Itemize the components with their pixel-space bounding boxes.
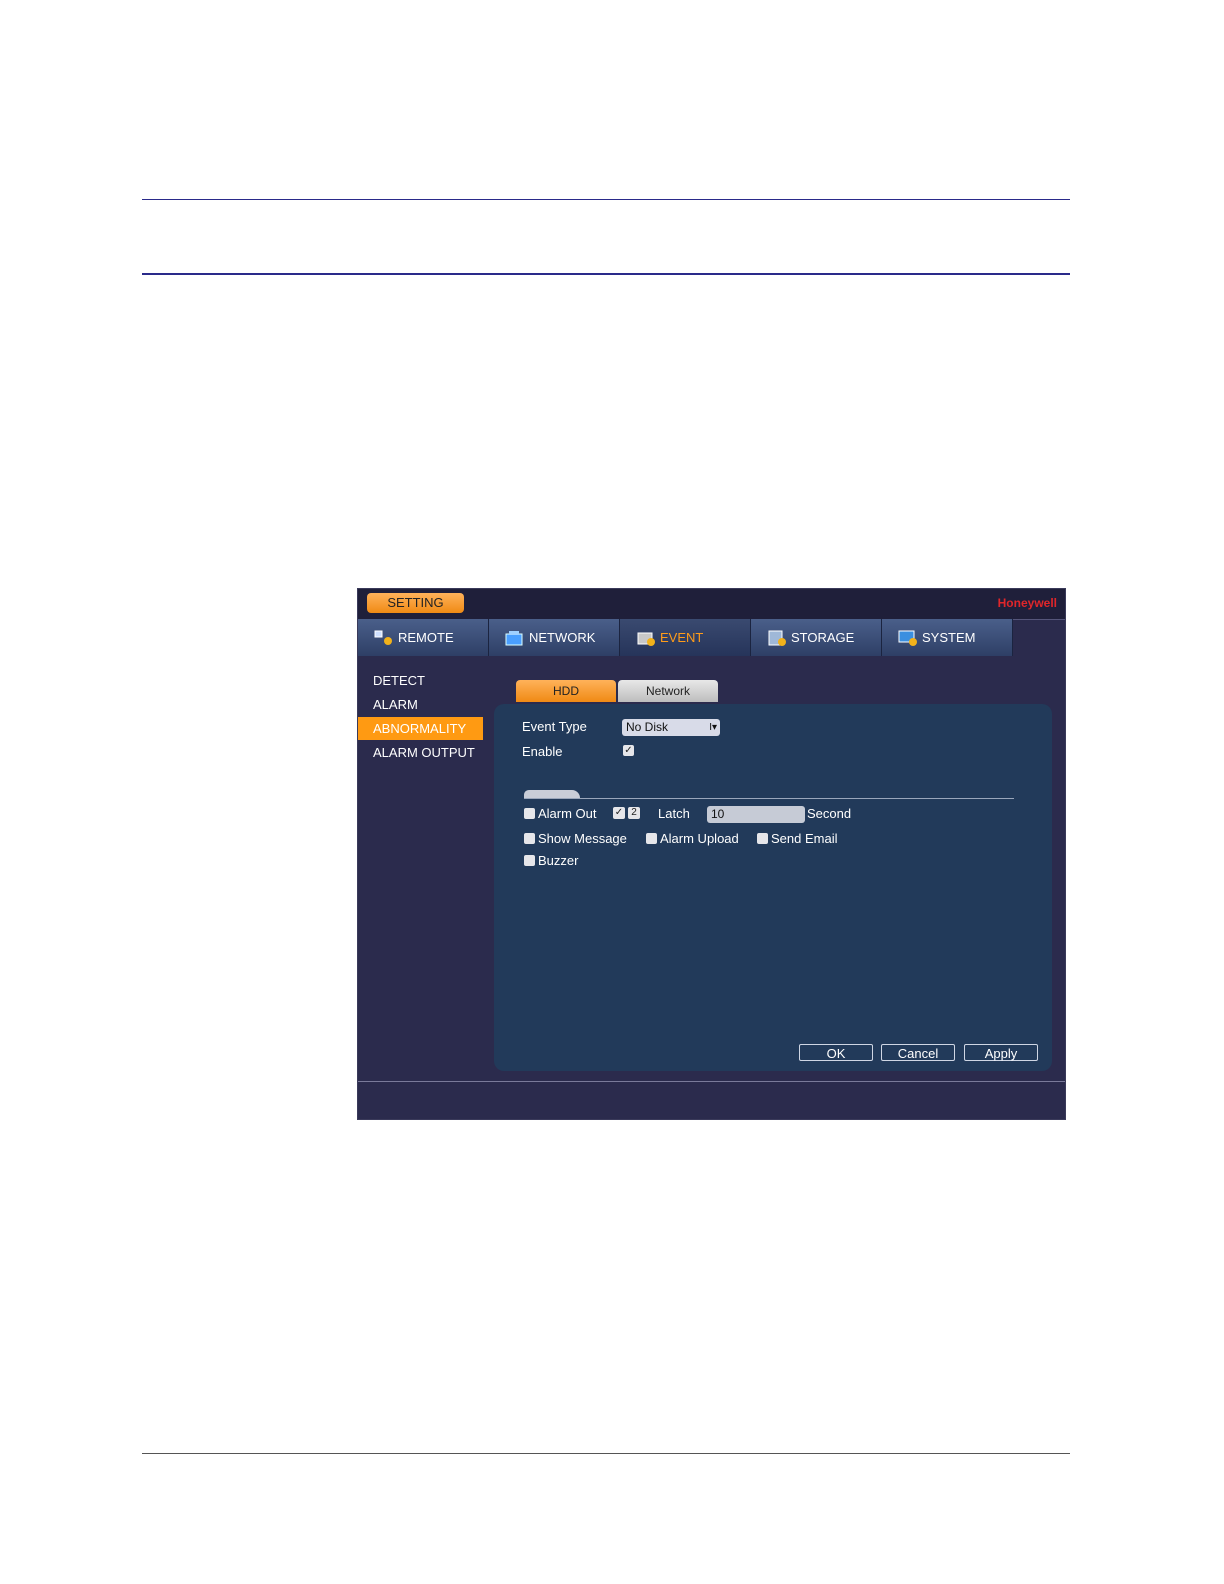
settings-panel: Event Type No Disk I▾ Enable ✓ Alarm Out… [494, 704, 1052, 1071]
system-icon [898, 630, 917, 646]
brand-logo: Honeywell [997, 596, 1057, 610]
event-type-label: Event Type [522, 719, 587, 734]
tab-remote-label: REMOTE [398, 630, 454, 645]
cancel-button[interactable]: Cancel [881, 1044, 955, 1061]
alarm-upload-label: Alarm Upload [660, 831, 739, 846]
alarm-channel-check[interactable]: ✓ [613, 807, 625, 819]
tab-system-label: SYSTEM [922, 630, 976, 645]
header-rule-top [142, 199, 1070, 200]
latch-label: Latch [658, 806, 690, 821]
section-tab [524, 790, 580, 798]
alarm-channel-2[interactable]: 2 [628, 807, 640, 819]
show-message-label: Show Message [538, 831, 627, 846]
dvr-setting-window: SETTING Honeywell REMOTE NETWORK EVENT S… [357, 588, 1066, 1120]
event-type-value: No Disk [626, 720, 669, 734]
section-divider [524, 798, 1014, 799]
tab-remote[interactable]: REMOTE [358, 619, 489, 656]
show-message-checkbox[interactable] [524, 833, 535, 844]
enable-checkbox[interactable]: ✓ [623, 745, 634, 756]
event-type-select[interactable]: No Disk I▾ [622, 719, 720, 736]
enable-label: Enable [522, 744, 563, 759]
tab-event[interactable]: EVENT [620, 619, 751, 656]
buzzer-checkbox[interactable] [524, 855, 535, 866]
tab-event-label: EVENT [660, 630, 704, 645]
apply-button[interactable]: Apply [964, 1044, 1038, 1061]
status-divider [358, 1081, 1065, 1082]
footer-rule [142, 1453, 1070, 1454]
alarm-out-label: Alarm Out [538, 806, 597, 821]
tab-storage-label: STORAGE [791, 630, 855, 645]
buzzer-label: Buzzer [538, 853, 579, 868]
second-label: Second [807, 806, 852, 821]
alarm-out-checkbox[interactable] [524, 808, 535, 819]
tab-network-label: NETWORK [529, 630, 596, 645]
latch-input[interactable]: 10 [707, 806, 805, 823]
sub-tabs: HDD Network [516, 680, 718, 702]
tab-system[interactable]: SYSTEM [882, 619, 1013, 656]
tab-network-sub[interactable]: Network [618, 680, 718, 702]
chevron-down-icon: I▾ [709, 722, 717, 733]
sidebar-item-alarm-output[interactable]: ALARM OUTPUT [358, 741, 483, 764]
send-email-checkbox[interactable] [757, 833, 768, 844]
sidebar-item-detect[interactable]: DETECT [358, 669, 483, 692]
title-bar: SETTING Honeywell [358, 589, 1065, 620]
side-menu: DETECT ALARM ABNORMALITY ALARM OUTPUT [358, 669, 483, 765]
storage-icon [768, 630, 786, 646]
setting-tab[interactable]: SETTING [367, 593, 464, 613]
event-icon [637, 632, 655, 646]
tab-network[interactable]: NETWORK [489, 619, 620, 656]
alarm-upload-checkbox[interactable] [646, 833, 657, 844]
send-email-label: Send Email [771, 831, 838, 846]
ok-button[interactable]: OK [799, 1044, 873, 1061]
sidebar-item-abnormality[interactable]: ABNORMALITY [358, 717, 483, 740]
top-nav: REMOTE NETWORK EVENT STORAGE SYSTEM [358, 619, 1013, 656]
tab-storage[interactable]: STORAGE [751, 619, 882, 656]
header-rule-bottom [142, 273, 1070, 275]
tab-hdd[interactable]: HDD [516, 680, 616, 702]
network-icon [505, 630, 523, 645]
sidebar-item-alarm[interactable]: ALARM [358, 693, 483, 716]
remote-icon [374, 630, 392, 645]
